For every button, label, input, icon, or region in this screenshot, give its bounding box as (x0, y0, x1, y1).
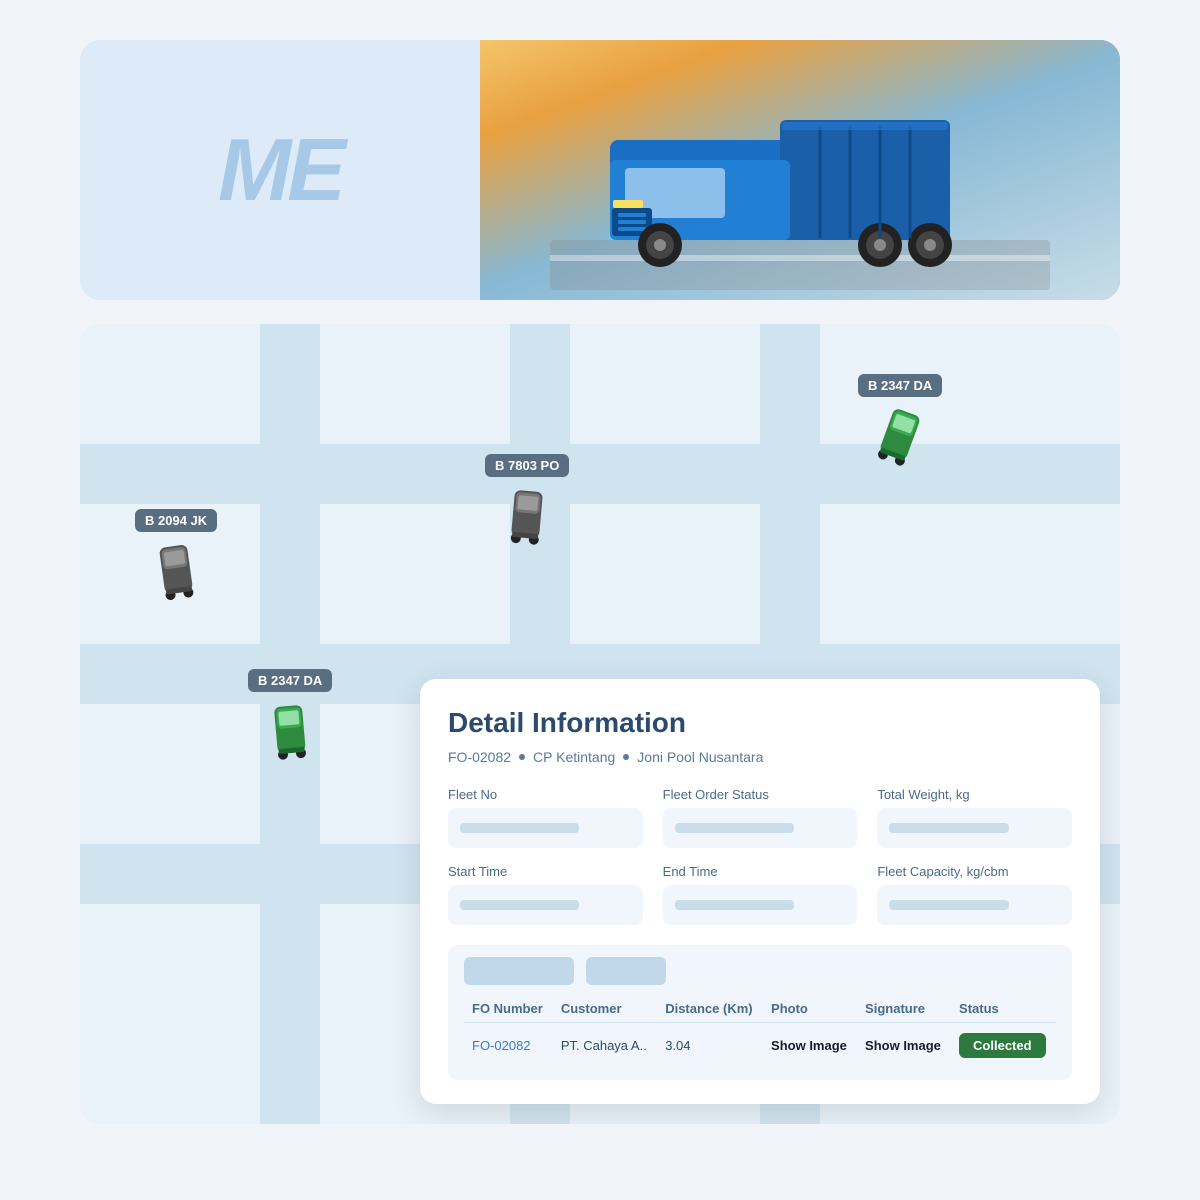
table-head: FO Number Customer Distance (Km) Photo S… (464, 995, 1056, 1023)
start-time-input[interactable] (448, 885, 643, 925)
map-section: B 2094 JK B 7803 PO B 2347 DA (80, 324, 1120, 1124)
status-badge-collected: Collected (959, 1033, 1046, 1058)
row-photo: Show Image (763, 1023, 857, 1069)
total-weight-input[interactable] (877, 808, 1072, 848)
vehicle-icon-green-2 (265, 694, 315, 768)
dot-1 (519, 754, 525, 760)
col-distance: Distance (Km) (657, 995, 763, 1023)
col-customer: Customer (553, 995, 657, 1023)
total-weight-group: Total Weight, kg (877, 787, 1072, 848)
row-customer: PT. Cahaya A.. (553, 1023, 657, 1069)
col-status: Status (951, 995, 1056, 1023)
end-time-loading (675, 900, 794, 910)
truck-illustration (550, 60, 1050, 290)
dot-2 (623, 754, 629, 760)
fleet-order-status-input[interactable] (663, 808, 858, 848)
fleet-order-status-loading (675, 823, 794, 833)
table-body: FO-02082 PT. Cahaya A.. 3.04 Show Image … (464, 1023, 1056, 1069)
end-time-input[interactable] (663, 885, 858, 925)
end-time-label: End Time (663, 864, 858, 879)
total-weight-loading (889, 823, 1008, 833)
header-banner: ME (80, 40, 1120, 300)
row-fo-number: FO-02082 (464, 1023, 553, 1069)
location-subtitle: CP Ketintang (533, 749, 615, 765)
pool-subtitle: Joni Pool Nusantara (637, 749, 763, 765)
col-signature: Signature (857, 995, 951, 1023)
col-fo-number: FO Number (464, 995, 553, 1023)
vehicle-marker-b2347da-mid[interactable]: B 2347 DA (248, 669, 332, 766)
row-status: Collected (951, 1023, 1056, 1069)
vehicle-marker-b2094jk[interactable]: B 2094 JK (135, 509, 217, 602)
signature-show-image-link[interactable]: Show Image (865, 1038, 941, 1053)
orders-table-container: FO Number Customer Distance (Km) Photo S… (448, 945, 1072, 1080)
brand-logo: ME (218, 119, 342, 221)
fleet-capacity-label: Fleet Capacity, kg/cbm (877, 864, 1072, 879)
fleet-no-group: Fleet No (448, 787, 643, 848)
photo-show-image-link[interactable]: Show Image (771, 1038, 847, 1053)
fleet-capacity-group: Fleet Capacity, kg/cbm (877, 864, 1072, 925)
banner-image (480, 40, 1120, 300)
vehicle-label-b7803po: B 7803 PO (485, 454, 569, 477)
detail-subtitle: FO-02082 CP Ketintang Joni Pool Nusantar… (448, 749, 1072, 765)
table-pill-1 (464, 957, 574, 985)
vehicle-marker-b2347da-top[interactable]: B 2347 DA (858, 374, 942, 467)
vehicle-icon-green-1 (868, 395, 932, 472)
road-horizontal-1 (80, 444, 1120, 504)
form-grid: Fleet No Fleet Order Status Total Weight… (448, 787, 1072, 925)
table-header-pills (464, 957, 1056, 985)
fleet-no-label: Fleet No (448, 787, 643, 802)
detail-title: Detail Information (448, 707, 1072, 739)
fleet-capacity-input[interactable] (877, 885, 1072, 925)
vehicle-icon-dark-1 (150, 533, 203, 604)
end-time-group: End Time (663, 864, 858, 925)
fleet-order-status-group: Fleet Order Status (663, 787, 858, 848)
row-signature: Show Image (857, 1023, 951, 1069)
vehicle-icon-dark-2 (502, 479, 552, 549)
table-header-row: FO Number Customer Distance (Km) Photo S… (464, 995, 1056, 1023)
col-photo: Photo (763, 995, 857, 1023)
vehicle-marker-b7803po[interactable]: B 7803 PO (485, 454, 569, 547)
fleet-no-loading (460, 823, 579, 833)
vehicle-label-b2094jk: B 2094 JK (135, 509, 217, 532)
start-time-group: Start Time (448, 864, 643, 925)
logo-area: ME (80, 40, 480, 300)
vehicle-label-b2347da-mid: B 2347 DA (248, 669, 332, 692)
total-weight-label: Total Weight, kg (877, 787, 1072, 802)
fleet-order-status-label: Fleet Order Status (663, 787, 858, 802)
start-time-loading (460, 900, 579, 910)
row-distance: 3.04 (657, 1023, 763, 1069)
fleet-no-input[interactable] (448, 808, 643, 848)
detail-panel: Detail Information FO-02082 CP Ketintang… (420, 679, 1100, 1104)
fleet-capacity-loading (889, 900, 1008, 910)
table-pill-2 (586, 957, 666, 985)
vehicle-label-b2347da-top: B 2347 DA (858, 374, 942, 397)
orders-table: FO Number Customer Distance (Km) Photo S… (464, 995, 1056, 1068)
fo-number-subtitle: FO-02082 (448, 749, 511, 765)
start-time-label: Start Time (448, 864, 643, 879)
table-row: FO-02082 PT. Cahaya A.. 3.04 Show Image … (464, 1023, 1056, 1069)
